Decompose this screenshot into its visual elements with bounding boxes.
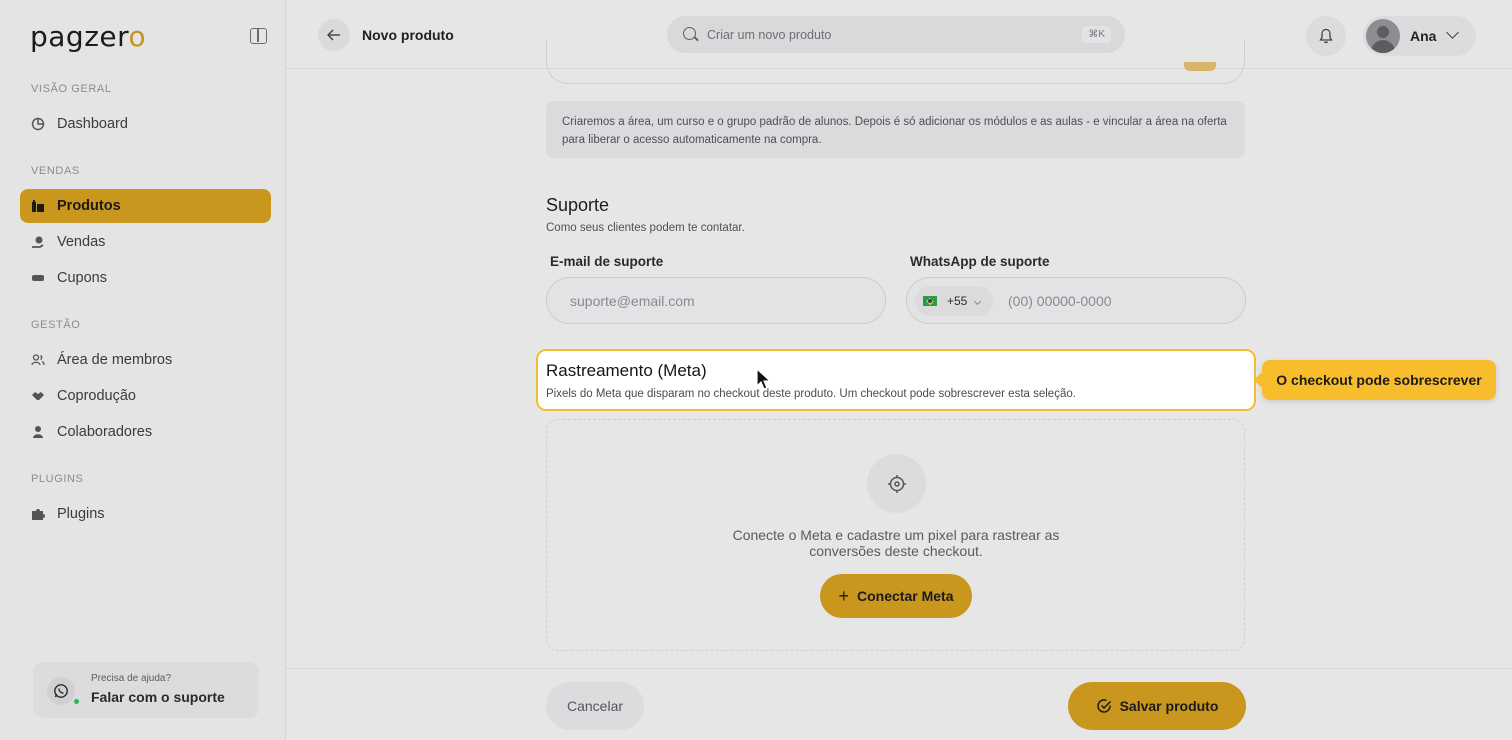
sidebar-item-coproducao[interactable]: Coprodução xyxy=(20,379,271,413)
brazil-flag-icon xyxy=(923,296,937,306)
connect-meta-button[interactable]: + Conectar Meta xyxy=(820,574,972,618)
support-email-field[interactable]: suporte@email.com xyxy=(546,277,886,324)
tracking-subtitle: Pixels do Meta que disparam no checkout … xyxy=(546,388,1076,400)
user-name: Ana xyxy=(1410,28,1437,44)
sidebar: pagzero VISÃO GERAL Dashboard VENDAS Pro… xyxy=(0,0,286,740)
tooltip: O checkout pode sobrescrever xyxy=(1262,360,1496,400)
mouse-cursor-icon xyxy=(756,368,772,390)
tracking-header-highlight: Rastreamento (Meta) Pixels do Meta que d… xyxy=(536,349,1256,411)
arrow-left-icon xyxy=(327,29,340,41)
meta-empty-state: Conecte o Meta e cadastre um pixel para … xyxy=(546,419,1245,651)
sidebar-item-label: Cupons xyxy=(57,270,107,286)
page-title: Novo produto xyxy=(362,27,454,43)
sidebar-item-dashboard[interactable]: Dashboard xyxy=(20,107,271,141)
email-label: E-mail de suporte xyxy=(550,254,664,269)
back-button[interactable] xyxy=(318,19,350,51)
help-link[interactable]: Falar com o suporte xyxy=(91,689,225,705)
section-label-overview: VISÃO GERAL xyxy=(31,83,112,95)
online-status-dot xyxy=(73,698,80,705)
save-product-button[interactable]: Salvar produto xyxy=(1068,682,1246,730)
section-label-plugins: PLUGINS xyxy=(31,473,84,485)
sidebar-item-label: Plugins xyxy=(57,506,105,522)
email-placeholder: suporte@email.com xyxy=(570,292,695,309)
support-title: Suporte xyxy=(546,195,610,215)
chevron-down-icon xyxy=(974,297,982,305)
sidebar-item-label: Área de membros xyxy=(57,352,173,368)
bell-icon xyxy=(1319,28,1333,44)
meta-empty-text: Conecte o Meta e cadastre um pixel para … xyxy=(732,527,1060,559)
sidebar-item-plugins[interactable]: Plugins xyxy=(20,497,271,531)
sidebar-item-label: Dashboard xyxy=(57,116,128,132)
sidebar-item-produtos[interactable]: Produtos xyxy=(20,189,271,223)
sidebar-item-label: Produtos xyxy=(57,198,121,214)
sidebar-item-vendas[interactable]: Vendas xyxy=(20,225,271,259)
help-card[interactable]: Precisa de ajuda? Falar com o suporte xyxy=(33,662,259,718)
help-caption: Precisa de ajuda? xyxy=(91,673,172,684)
info-box: Criaremos a área, um curso e o grupo pad… xyxy=(546,101,1245,158)
chevron-down-icon xyxy=(1446,26,1459,39)
sidebar-item-cupons[interactable]: Cupons xyxy=(20,261,271,295)
previous-field-button[interactable] xyxy=(1184,62,1216,71)
products-icon xyxy=(32,200,44,212)
avatar xyxy=(1366,19,1400,53)
dashboard-icon xyxy=(31,117,45,131)
sales-icon xyxy=(32,236,44,248)
support-whatsapp-field[interactable]: +55 (00) 00000-0000 xyxy=(906,277,1246,324)
user-icon xyxy=(33,426,43,438)
puzzle-icon xyxy=(32,509,45,520)
coupon-icon xyxy=(32,275,44,281)
whatsapp-icon xyxy=(47,677,75,705)
target-icon xyxy=(867,454,926,513)
section-label-sales: VENDAS xyxy=(31,165,80,177)
sidebar-item-label: Coprodução xyxy=(57,388,136,404)
pagzero-logo[interactable]: pagzero xyxy=(30,20,146,53)
check-circle-icon xyxy=(1096,699,1111,713)
tracking-title: Rastreamento (Meta) xyxy=(546,361,707,380)
sidebar-item-colaboradores[interactable]: Colaboradores xyxy=(20,415,271,449)
members-icon xyxy=(31,354,45,366)
country-code: +55 xyxy=(947,294,968,308)
notifications-button[interactable] xyxy=(1306,16,1346,56)
whatsapp-label: WhatsApp de suporte xyxy=(910,254,1050,269)
section-label-management: GESTÃO xyxy=(31,319,81,331)
sidebar-item-label: Colaboradores xyxy=(57,424,153,440)
country-code-select[interactable]: +55 xyxy=(915,286,993,316)
phone-placeholder: (00) 00000-0000 xyxy=(1008,292,1112,309)
form-footer: Cancelar Salvar produto xyxy=(286,668,1512,740)
previous-field[interactable] xyxy=(546,40,1245,84)
handshake-icon xyxy=(32,392,44,400)
search-icon xyxy=(683,27,696,40)
sidebar-item-members[interactable]: Área de membros xyxy=(20,343,271,377)
sidebar-toggle-icon[interactable] xyxy=(250,28,267,44)
user-menu[interactable]: Ana xyxy=(1363,16,1476,56)
save-label: Salvar produto xyxy=(1119,698,1219,714)
cancel-button[interactable]: Cancelar xyxy=(546,682,644,730)
plus-icon: + xyxy=(838,585,850,606)
sidebar-item-label: Vendas xyxy=(57,234,106,250)
support-subtitle: Como seus clientes podem te contatar. xyxy=(546,222,745,234)
connect-meta-label: Conectar Meta xyxy=(857,588,954,604)
